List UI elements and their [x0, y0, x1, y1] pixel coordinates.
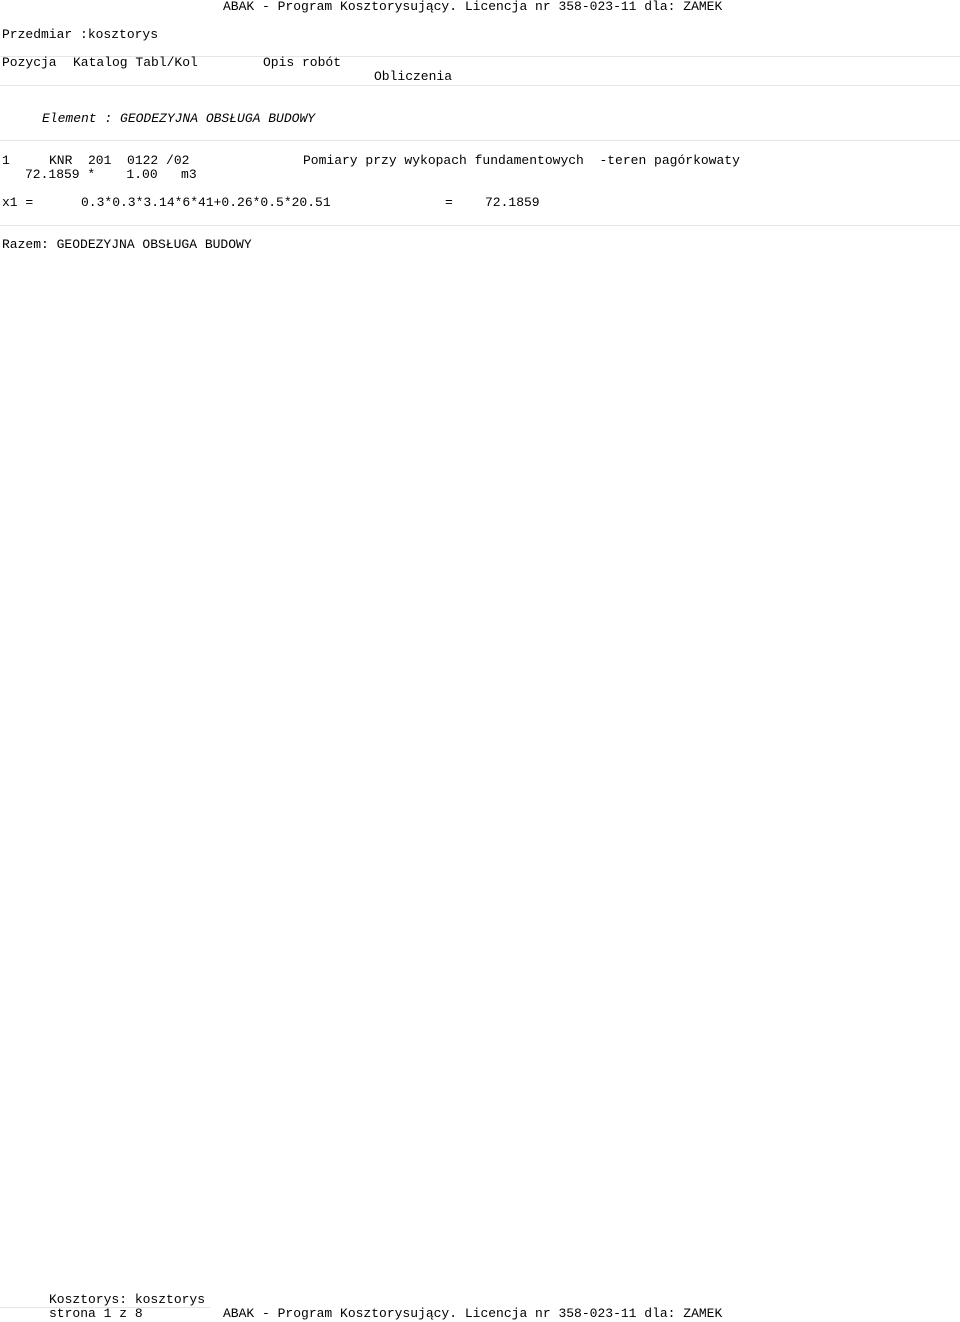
item-pozycja: 1 [2, 153, 10, 168]
item-ilosc: 72.1859 * 1.00 m3 [25, 167, 197, 182]
item-katalog: KNR 201 0122 /02 [49, 153, 190, 168]
calc-equals: = [445, 195, 453, 210]
column-header-obliczenia: Obliczenia [374, 69, 453, 84]
column-header-katalog: Katalog Tabl/Kol [73, 55, 198, 70]
divider [0, 225, 960, 226]
footer-kosztorys: Kosztorys: kosztorys [49, 1292, 206, 1307]
column-header-pozycja: Pozycja [2, 55, 57, 70]
calc-result: 72.1859 [485, 195, 540, 210]
razem-summary: Razem: GEODEZYJNA OBSŁUGA BUDOWY [2, 237, 252, 252]
przedmiar-title: Przedmiar :kosztorys [2, 27, 159, 42]
divider [0, 140, 960, 141]
item-opis: Pomiary przy wykopach fundamentowych -te… [303, 153, 740, 168]
program-license-footer: ABAK - Program Kosztorysujący. Licencja … [223, 1306, 723, 1321]
program-license-header: ABAK - Program Kosztorysujący. Licencja … [223, 0, 723, 14]
calc-expression: 0.3*0.3*3.14*6*41+0.26*0.5*20.51 [81, 195, 331, 210]
column-header-opis: Opis robót [263, 55, 342, 70]
element-heading: Element : GEODEZYJNA OBSŁUGA BUDOWY [42, 111, 316, 126]
calc-variable: x1 = [2, 195, 34, 210]
divider [0, 85, 960, 86]
footer-page-number: strona 1 z 8 [49, 1306, 143, 1321]
